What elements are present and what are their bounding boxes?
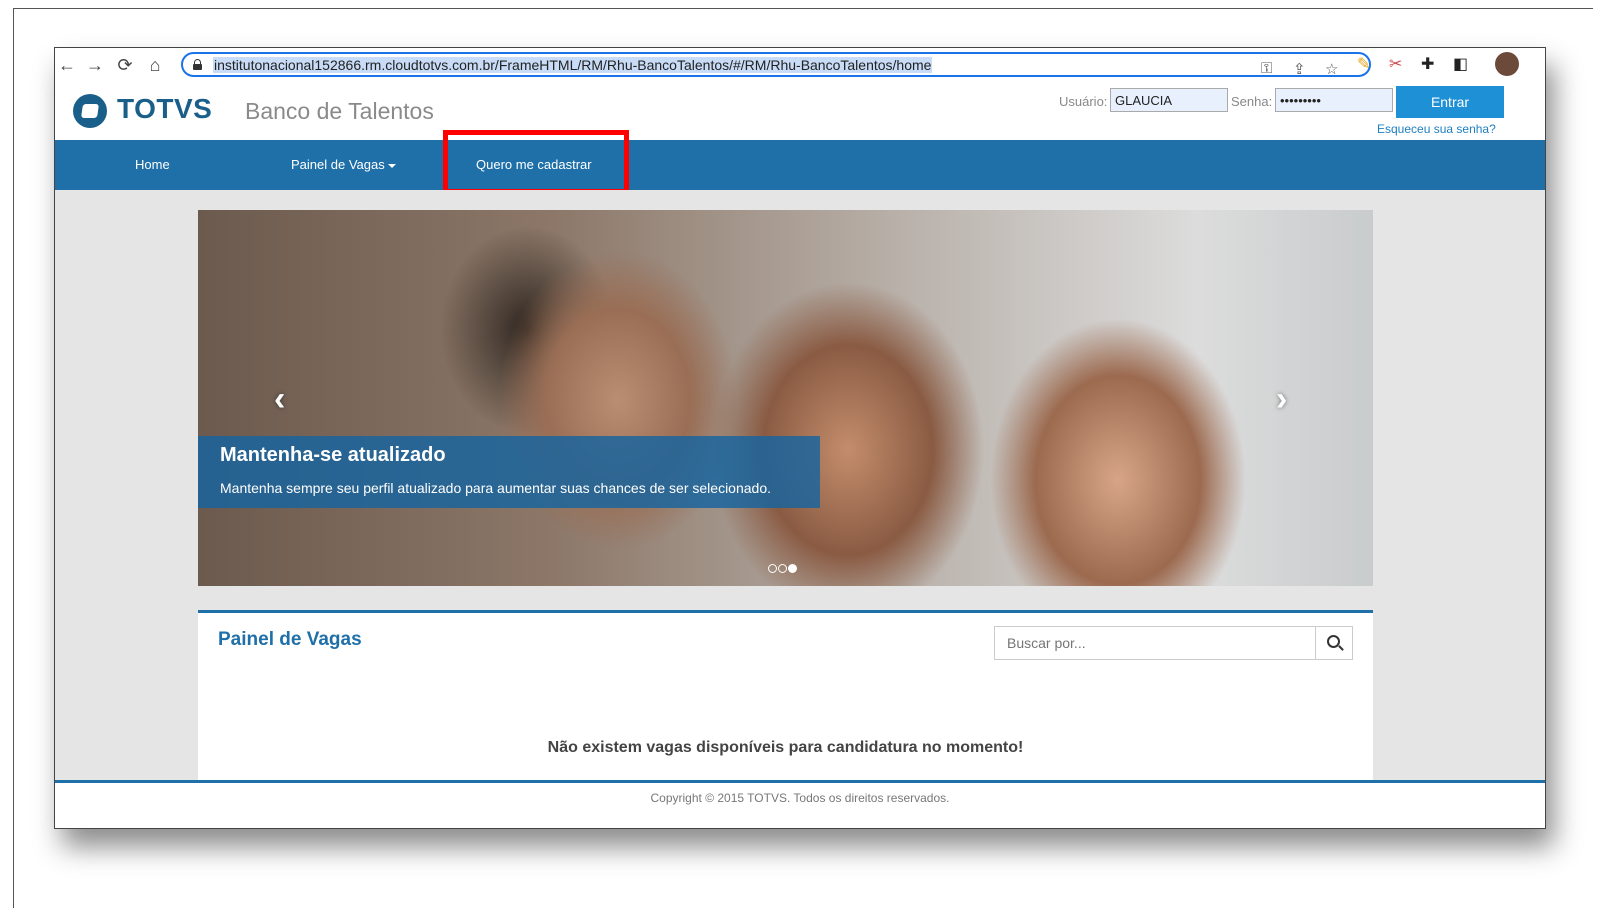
empty-state-message: Não existem vagas disponíveis para candi… [547, 739, 1024, 756]
password-label: Senha: [1231, 94, 1273, 109]
site-header: TOTVS Banco de Talentos Usuário: Senha: … [55, 82, 1545, 140]
reload-icon[interactable]: ⟳ [115, 55, 135, 75]
copyright-text: Copyright © 2015 TOTVS. Todos os direito… [650, 791, 950, 805]
sidepanel-icon[interactable]: ◧ [1453, 54, 1468, 74]
user-label: Usuário: [1059, 94, 1108, 109]
key-icon[interactable]: ⚿ [1261, 60, 1272, 77]
address-bar[interactable]: institutonacional152866.rm.cloudtotvs.co… [181, 52, 1371, 78]
main-content: ‹ › Mantenha-se atualizado Mantenha semp… [55, 190, 1545, 783]
back-icon[interactable]: ← [57, 55, 77, 75]
forgot-password-link[interactable]: Esqueceu sua senha? [1377, 122, 1496, 136]
search-input[interactable] [994, 626, 1316, 660]
login-button[interactable]: Entrar [1396, 86, 1504, 118]
lock-icon[interactable] [193, 59, 202, 70]
search-button[interactable] [1315, 626, 1353, 660]
site-title: Banco de Talentos [245, 98, 434, 124]
home-icon[interactable]: ⌂ [145, 55, 165, 75]
carousel-dot[interactable] [768, 564, 777, 573]
nav-item-home[interactable]: Home [135, 157, 170, 172]
share-icon[interactable]: ⇪ [1293, 60, 1306, 78]
caption-title: Mantenha-se atualizado [220, 444, 446, 466]
caret-down-icon [387, 163, 396, 168]
password-field[interactable] [1275, 88, 1393, 112]
url-text[interactable]: institutonacional152866.rm.cloudtotvs.co… [213, 57, 933, 73]
extensions-icon[interactable]: ✚ [1421, 54, 1434, 74]
panel-title: Painel de Vagas [218, 629, 362, 650]
totvs-logo-icon[interactable] [73, 94, 107, 128]
nav-item-painel-de-vagas[interactable]: Painel de Vagas [291, 157, 396, 172]
search-icon [1327, 635, 1340, 648]
vagas-panel: Painel de Vagas Não existem vagas dispon… [198, 610, 1373, 783]
main-nav: Home Painel de Vagas Quero me cadastrar [55, 140, 1545, 190]
browser-window: ← → ⟳ ⌂ institutonacional152866.rm.cloud… [54, 47, 1546, 829]
carousel-dot[interactable] [778, 564, 787, 573]
logo-text[interactable]: TOTVS [117, 93, 212, 125]
star-icon[interactable]: ☆ [1325, 60, 1338, 78]
browser-toolbar: ← → ⟳ ⌂ institutonacional152866.rm.cloud… [55, 48, 1545, 82]
extension-icon[interactable]: ✎ [1357, 54, 1370, 74]
carousel-indicators [768, 560, 798, 578]
carousel-caption: Mantenha-se atualizado Mantenha sempre s… [198, 436, 820, 508]
hero-carousel: ‹ › Mantenha-se atualizado Mantenha semp… [198, 210, 1373, 586]
profile-avatar[interactable] [1495, 52, 1519, 76]
annotation-highlight-box [443, 130, 629, 194]
extension-icon[interactable]: ✂ [1389, 54, 1402, 74]
chevron-right-icon[interactable]: › [1276, 380, 1287, 419]
footer: Copyright © 2015 TOTVS. Todos os direito… [55, 780, 1545, 828]
caption-text: Mantenha sempre seu perfil atualizado pa… [220, 480, 771, 496]
search-group [994, 626, 1354, 660]
forward-icon[interactable]: → [85, 55, 105, 75]
carousel-dot-active[interactable] [788, 564, 797, 573]
user-field[interactable] [1110, 88, 1228, 112]
nav-item-label: Painel de Vagas [291, 157, 385, 172]
chevron-left-icon[interactable]: ‹ [274, 380, 285, 419]
